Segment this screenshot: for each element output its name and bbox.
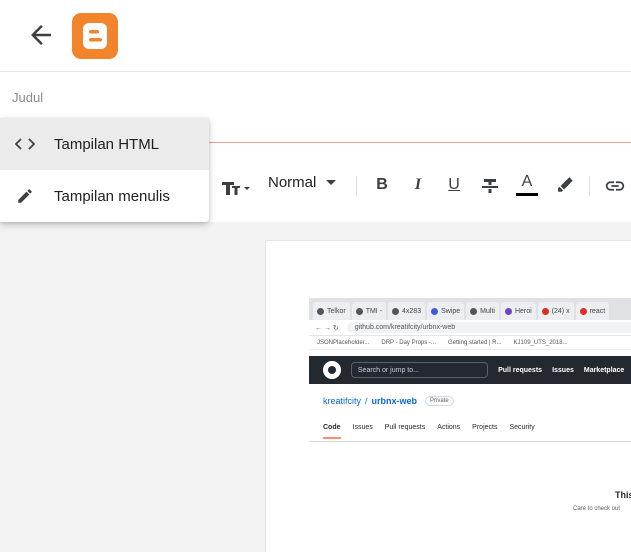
- link-icon[interactable]: [602, 174, 628, 198]
- repo-tab: Security: [509, 424, 535, 431]
- github-search: Search or jump to...: [350, 362, 489, 378]
- bookmark: Getting started | R...: [447, 339, 502, 346]
- menu-item-html-view[interactable]: Tampilan HTML: [0, 118, 209, 170]
- menu-item-label: Tampilan menulis: [54, 187, 170, 205]
- empty-repo-subtext: Care to check out: [573, 506, 621, 512]
- browser-tab: Swipe: [427, 302, 465, 320]
- underline-button[interactable]: U: [444, 174, 464, 196]
- app-bar: [0, 0, 631, 72]
- browser-tab: react: [575, 302, 610, 320]
- strikethrough-icon[interactable]: [479, 175, 501, 197]
- repo-tab-divider: [309, 441, 631, 442]
- github-nav-item: Pull requests: [498, 366, 543, 374]
- view-mode-menu: Tampilan HTML Tampilan menulis: [0, 118, 209, 222]
- repo-tab: Issues: [352, 424, 373, 431]
- toolbar-divider-2: [589, 176, 590, 196]
- bookmark: DRP - Day Props -...: [381, 339, 436, 346]
- repo-tab: Code: [323, 424, 341, 439]
- browser-tab: Heroi: [500, 302, 536, 320]
- bookmark: KJ109_UTS_2018...: [513, 339, 568, 346]
- bookmark: JSONPlaceholder...: [317, 339, 370, 346]
- highlighter-icon[interactable]: [551, 174, 577, 198]
- browser-url-bar: ← → ↻ github.com/kreatifcity/urbnx-web: [309, 320, 631, 336]
- browser-tab: TMI -: [351, 302, 387, 320]
- italic-button[interactable]: I: [408, 174, 428, 196]
- text-color-label: A: [521, 173, 533, 190]
- repo-tab: Projects: [472, 424, 498, 431]
- text-color-button[interactable]: A: [514, 172, 540, 198]
- menu-item-label: Tampilan HTML: [54, 135, 160, 153]
- bookmarks-bar: JSONPlaceholder... DRP - Day Props -... …: [309, 336, 631, 350]
- github-header: Search or jump to... Pull requests Issue…: [309, 356, 631, 384]
- paragraph-style-select[interactable]: Normal: [268, 174, 337, 191]
- title-field-label[interactable]: Judul: [12, 90, 43, 105]
- font-size-icon[interactable]: [220, 176, 254, 198]
- github-nav-item: Issues: [552, 366, 574, 374]
- github-logo-icon: [323, 361, 341, 379]
- repo-tab: Pull requests: [384, 424, 426, 431]
- arrow-back-icon[interactable]: [26, 20, 56, 50]
- text-color-swatch: [516, 193, 538, 196]
- repo-tabs: Code Issues Pull requests Actions Projec…: [323, 424, 535, 439]
- chevron-down-icon: [326, 179, 337, 185]
- empty-repo-heading: This: [615, 490, 631, 500]
- browser-tab: Telkor: [313, 302, 350, 320]
- code-icon: [14, 133, 36, 155]
- bold-button[interactable]: B: [372, 174, 392, 196]
- browser-tab: 4x283: [388, 302, 426, 320]
- toolbar-divider: [356, 176, 357, 196]
- repo-tab: Actions: [437, 424, 461, 431]
- url-text: github.com/kreatifcity/urbnx-web: [346, 322, 631, 333]
- repo-title: kreatifcity / urbnx-web Private: [323, 396, 454, 406]
- github-nav-item: Marketplace: [583, 366, 625, 374]
- nav-arrows: ← → ↻: [315, 324, 339, 332]
- browser-tab-strip: Telkor TMI - 4x283 Swipe Multi Heroi (24…: [309, 298, 631, 320]
- browser-tab: (24) x: [537, 302, 574, 320]
- blogger-post-editor: Judul Normal B I U A Telkor TMI - 4x283 …: [0, 0, 631, 552]
- embedded-screenshot-image[interactable]: Telkor TMI - 4x283 Swipe Multi Heroi (24…: [309, 298, 631, 528]
- menu-item-compose-view[interactable]: Tampilan menulis: [0, 170, 209, 222]
- browser-tab: Multi: [466, 302, 499, 320]
- pencil-icon: [14, 185, 36, 207]
- paragraph-style-value: Normal: [268, 174, 317, 191]
- blogger-logo-icon[interactable]: [72, 13, 118, 59]
